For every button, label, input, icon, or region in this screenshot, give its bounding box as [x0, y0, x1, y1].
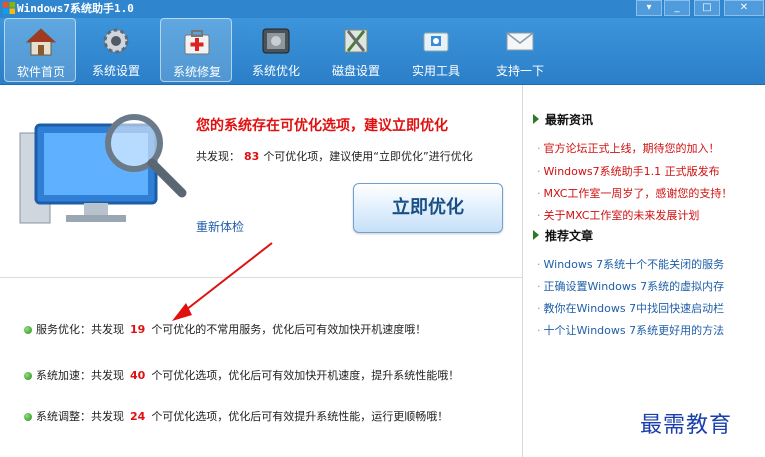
- main-panel: 您的系统存在可优化选项，建议立即优化 共发现： 83 个可优化项，建议使用“立即优化…: [0, 85, 523, 457]
- news-item[interactable]: · Windows7系统助手1.1 正式版发布: [537, 163, 720, 179]
- row-count: 24: [130, 410, 146, 423]
- close-icon: ✕: [739, 2, 749, 13]
- watermark-text: 最需教育: [640, 413, 733, 438]
- optimize-icon: [262, 28, 290, 54]
- green-dot-icon: [24, 372, 32, 380]
- found-summary: 共发现： 83 个可优化项，建议使用“立即优化”进行优化: [196, 148, 473, 164]
- tool-label: 系统修复: [172, 65, 221, 79]
- close-button[interactable]: ✕: [724, 0, 764, 16]
- tool-label: 系统优化: [251, 64, 300, 78]
- tool-label: 实用工具: [411, 64, 460, 78]
- windows-logo-icon: [3, 2, 15, 14]
- tool-label: 系统设置: [91, 64, 140, 78]
- recheck-link[interactable]: 重新体检: [196, 218, 244, 235]
- tool-label: 磁盘设置: [331, 64, 380, 78]
- news-item[interactable]: · MXC工作室一周岁了，感谢您的支持！: [537, 185, 732, 201]
- bullet-icon: ·: [537, 209, 541, 222]
- row-prefix: 系统加速：共发现: [36, 369, 124, 382]
- minimize-icon: _: [674, 2, 680, 13]
- found-prefix: 共发现：: [196, 150, 240, 163]
- maximize-icon: □: [702, 2, 712, 13]
- minimize-button[interactable]: _: [664, 0, 690, 16]
- tool-support[interactable]: 支持一下: [484, 18, 556, 82]
- system-speedup-row: 系统加速：共发现 40 个可优化选项，优化后可有效加快开机速度，提升系统性能哦！: [24, 367, 459, 383]
- bullet-icon: ·: [537, 142, 541, 155]
- green-dot-icon: [24, 326, 32, 334]
- tool-disk-settings[interactable]: 磁盘设置: [320, 18, 392, 82]
- news-item[interactable]: · 官方论坛正式上线，期待您的加入！: [537, 140, 720, 156]
- row-prefix: 服务优化：共发现: [36, 323, 124, 336]
- disk-tools-icon: [344, 29, 368, 53]
- medical-kit-icon: [184, 30, 210, 55]
- article-link[interactable]: 正确设置Windows 7系统的虚拟内存: [544, 280, 725, 293]
- news-section-title: 最新资讯: [533, 111, 593, 128]
- tool-system-optimize[interactable]: 系统优化: [240, 18, 312, 82]
- system-adjust-row: 系统调整：共发现 24 个可优化选项，优化后可有效提升系统性能，运行更顺畅哦！: [24, 408, 448, 424]
- gear-icon: [103, 28, 129, 54]
- recommended-title-text: 推荐文章: [545, 229, 594, 243]
- tool-system-repair[interactable]: 系统修复: [160, 18, 232, 82]
- row-count: 19: [130, 323, 146, 336]
- bullet-icon: ·: [537, 302, 541, 315]
- bullet-icon: ·: [537, 324, 541, 337]
- tool-system-settings[interactable]: 系统设置: [80, 18, 152, 82]
- bullet-icon: ·: [537, 187, 541, 200]
- tool-utilities[interactable]: 实用工具: [400, 18, 472, 82]
- row-count: 40: [130, 369, 146, 382]
- news-sidebar: 最新资讯 · 官方论坛正式上线，期待您的加入！ · Windows7系统助手1.1 …: [523, 85, 765, 457]
- toolbox-icon: [423, 32, 449, 52]
- recommended-section-title: 推荐文章: [533, 227, 593, 244]
- bullet-icon: ·: [537, 165, 541, 178]
- news-link[interactable]: MXC工作室一周岁了，感谢您的支持！: [544, 187, 733, 200]
- envelope-icon: [506, 32, 534, 51]
- tool-label: 支持一下: [495, 64, 544, 78]
- row-suffix: 个可优化选项，优化后可有效提升系统性能，运行更顺畅哦！: [151, 410, 449, 423]
- divider: [0, 277, 522, 278]
- article-item[interactable]: · 教你在Windows 7中找回快速启动栏: [537, 300, 724, 316]
- found-suffix: 个可优化项，建议使用“立即优化”进行优化: [263, 150, 473, 163]
- status-headline: 您的系统存在可优化选项，建议立即优化: [196, 118, 448, 134]
- row-suffix: 个可优化的不常用服务，优化后可有效加快开机速度哦！: [151, 323, 427, 336]
- skin-button[interactable]: ▾: [636, 0, 662, 16]
- window-title: Windows7系统助手1.0: [17, 2, 134, 15]
- article-item[interactable]: · 十个让Windows 7系统更好用的方法: [537, 322, 724, 338]
- bullet-icon: ·: [537, 280, 541, 293]
- title-bar: Windows7系统助手1.0 ▾ _ □ ✕: [0, 0, 765, 18]
- news-link[interactable]: 关于MXC工作室的未来发展计划: [544, 209, 700, 222]
- row-suffix: 个可优化选项，优化后可有效加快开机速度，提升系统性能哦！: [151, 369, 460, 382]
- main-toolbar: 软件首页 系统设置 系统修复 系统优化 磁盘设置 实用工具 支持一下: [0, 18, 765, 85]
- tool-label: 软件首页: [16, 65, 65, 79]
- article-item[interactable]: · Windows 7系统十个不能关闭的服务: [537, 256, 724, 272]
- tool-home[interactable]: 软件首页: [4, 18, 76, 82]
- shirt-icon: ▾: [646, 2, 652, 13]
- article-link[interactable]: Windows 7系统十个不能关闭的服务: [544, 258, 725, 271]
- optimize-now-button[interactable]: 立即优化: [353, 183, 503, 233]
- article-link[interactable]: 教你在Windows 7中找回快速启动栏: [544, 302, 725, 315]
- news-title-text: 最新资讯: [545, 113, 594, 127]
- computer-magnifier-illustration: [19, 114, 187, 224]
- green-dot-icon: [24, 413, 32, 421]
- news-link[interactable]: 官方论坛正式上线，期待您的加入！: [544, 142, 720, 155]
- home-icon: [25, 28, 57, 56]
- news-item[interactable]: · 关于MXC工作室的未来发展计划: [537, 207, 699, 223]
- article-item[interactable]: · 正确设置Windows 7系统的虚拟内存: [537, 278, 724, 294]
- triangle-icon: [533, 230, 539, 240]
- service-optimize-row: 服务优化：共发现 19 个可优化的不常用服务，优化后可有效加快开机速度哦！: [24, 321, 426, 337]
- maximize-button[interactable]: □: [694, 0, 720, 16]
- triangle-icon: [533, 114, 539, 124]
- article-link[interactable]: 十个让Windows 7系统更好用的方法: [544, 324, 725, 337]
- found-count: 83: [244, 150, 260, 163]
- row-prefix: 系统调整：共发现: [36, 410, 124, 423]
- bullet-icon: ·: [537, 258, 541, 271]
- news-link[interactable]: Windows7系统助手1.1 正式版发布: [544, 165, 720, 178]
